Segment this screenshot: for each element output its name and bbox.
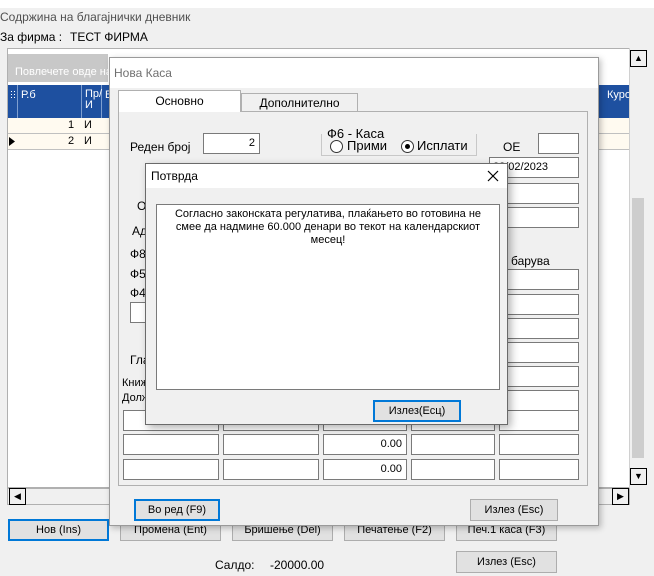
row-rb: 2 xyxy=(68,135,75,147)
left-arrow-icon[interactable]: ◀ xyxy=(9,488,26,505)
row-rb: 1 xyxy=(68,119,75,131)
demand-label: барува xyxy=(511,254,550,268)
ledger-field-5[interactable] xyxy=(499,410,579,431)
ledger-field-12[interactable] xyxy=(411,459,495,480)
up-arrow-icon[interactable]: ▲ xyxy=(630,50,647,67)
firm-label: За фирма : xyxy=(0,30,63,44)
confirmation-message: Согласно законската регулатива, плаќањет… xyxy=(156,204,500,390)
ledger-field-7[interactable] xyxy=(223,434,319,455)
tab-basic[interactable]: Основно xyxy=(118,90,241,112)
radio-pay-label: Исплати xyxy=(417,138,468,153)
radio-pay[interactable] xyxy=(401,140,414,153)
ledger-field-6[interactable] xyxy=(123,434,219,455)
close-icon[interactable] xyxy=(486,169,500,183)
radio-receive-label: Прими xyxy=(347,138,388,153)
row-type: И xyxy=(84,119,92,131)
radio-receive[interactable] xyxy=(330,140,343,153)
grid-menu-icon xyxy=(11,91,15,98)
main-window-title: Содржина на благајнички дневник xyxy=(0,10,191,24)
row-pointer-icon xyxy=(9,137,15,146)
demand-field-4[interactable] xyxy=(499,342,579,363)
firm-row: За фирма : ТЕСТ ФИРМА xyxy=(0,30,148,44)
demand-field-6[interactable] xyxy=(499,390,579,411)
vertical-scrollbar[interactable]: ▲ ▼ xyxy=(629,48,647,488)
ledger-field-10[interactable] xyxy=(123,459,219,480)
ledger-field-11[interactable] xyxy=(223,459,319,480)
tab-additional[interactable]: Дополнително xyxy=(241,93,358,112)
column-header-rb[interactable]: Р.б xyxy=(18,85,82,118)
confirmation-dialog: Потврда Согласно законската регулатива, … xyxy=(145,163,508,425)
ledger-field-8[interactable] xyxy=(411,434,495,455)
window-top-strip xyxy=(0,0,654,8)
saldo-label: Салдо: xyxy=(215,558,255,572)
demand-field-1[interactable] xyxy=(499,269,579,290)
oe-label: ОЕ xyxy=(503,140,521,154)
oe-field[interactable] xyxy=(538,133,579,154)
row-type: И xyxy=(84,135,92,147)
column-header-pri[interactable]: Пр/И xyxy=(82,85,102,118)
row-selector-header[interactable] xyxy=(8,85,18,118)
serial-number-field[interactable]: 2 xyxy=(203,133,260,154)
ok-button[interactable]: Во ред (F9) xyxy=(134,499,220,521)
confirmation-exit-button[interactable]: Излез(Есц) xyxy=(373,400,461,422)
demand-field-3[interactable] xyxy=(499,318,579,339)
firm-value: ТЕСТ ФИРМА xyxy=(70,30,148,44)
scroll-thumb[interactable] xyxy=(632,198,644,458)
demand-field-2[interactable] xyxy=(499,294,579,315)
partial-label-f4: Ф4 xyxy=(130,286,146,300)
right-arrow-icon[interactable]: ▶ xyxy=(612,488,629,505)
ledger-field-13[interactable] xyxy=(499,459,579,480)
dialog-title: Нова Каса xyxy=(110,58,598,88)
partial-label-f8: Ф8 xyxy=(130,247,146,261)
partial-label-f5: Ф5 xyxy=(130,267,146,281)
saldo-value: -20000.00 xyxy=(270,558,325,572)
column-header-kurs[interactable]: Куро xyxy=(604,85,631,118)
confirmation-title: Потврда xyxy=(146,164,507,188)
amount-field-2[interactable]: 0.00 xyxy=(323,459,407,480)
demand-field-5[interactable] xyxy=(499,366,579,387)
dialog-exit-button[interactable]: Излез (Esc) xyxy=(470,499,558,521)
down-arrow-icon[interactable]: ▼ xyxy=(630,468,647,485)
ledger-field-9[interactable] xyxy=(499,434,579,455)
amount-field-1[interactable]: 0.00 xyxy=(323,434,407,455)
group-by-hint[interactable]: Повлечете овде на xyxy=(8,54,108,82)
serial-number-label: Реден број xyxy=(130,140,191,154)
exit-button[interactable]: Излез (Esc) xyxy=(456,551,557,573)
new-button[interactable]: Нов (Ins) xyxy=(8,519,109,541)
